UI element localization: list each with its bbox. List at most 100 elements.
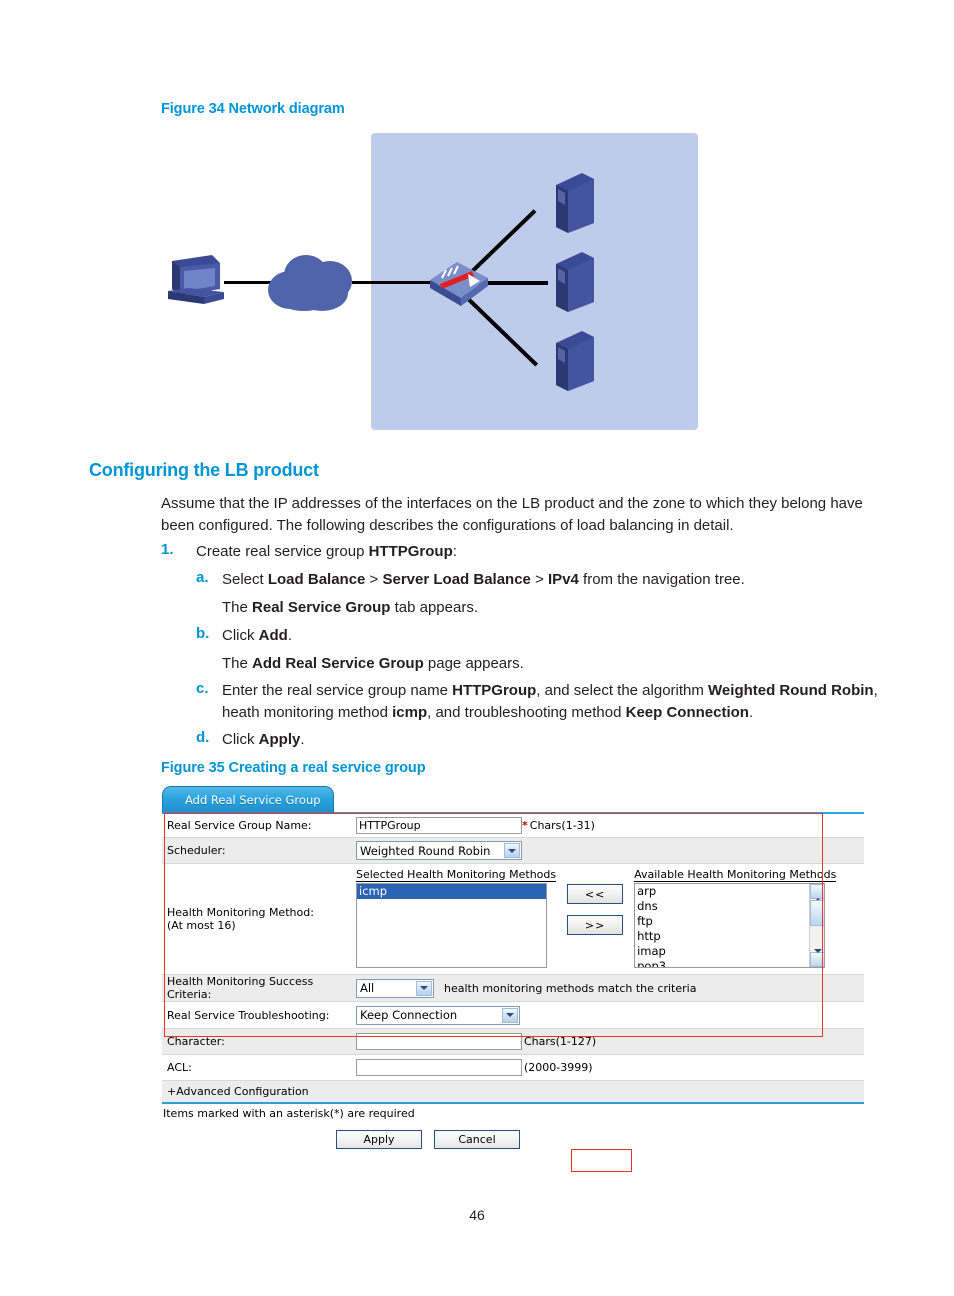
substep-a-r0: The <box>222 599 253 616</box>
selected-methods-title: Selected Health Monitoring Methods <box>356 868 557 882</box>
hint-acl: (2000-3999) <box>524 1061 593 1074</box>
substep-c-u3: Keep Connection <box>625 704 749 721</box>
available-methods-listbox[interactable]: arp dns ftp http imap pop3 <box>634 883 826 968</box>
apply-button[interactable]: Apply <box>336 1130 422 1149</box>
substep-c-marker: c. <box>196 680 209 697</box>
substep-a-marker: a. <box>196 569 209 586</box>
chevron-down-icon[interactable] <box>504 843 520 858</box>
list-item[interactable]: pop3 <box>635 959 824 967</box>
substep-c-text: Enter the real service group name HTTPGr… <box>222 680 878 702</box>
success-criteria-select[interactable]: All <box>356 978 434 998</box>
label-acl: ACL: <box>167 1061 192 1074</box>
page-number: 46 <box>469 1207 485 1223</box>
list-item[interactable]: http <box>635 929 824 944</box>
troubleshooting-select[interactable]: Keep Connection <box>356 1005 520 1025</box>
intro-line-2: been configured. The following describes… <box>161 516 734 534</box>
success-criteria-value: All <box>360 981 375 995</box>
label-troubleshooting: Real Service Troubleshooting: <box>167 1008 330 1022</box>
server-icon <box>552 250 596 314</box>
hint-group-name: Chars(1-31) <box>529 819 595 832</box>
scrollbar-thumb[interactable] <box>810 900 825 926</box>
substep-c-u0: heath monitoring method <box>222 704 393 721</box>
substep-c-t1: HTTPGroup <box>452 682 537 699</box>
row-advanced-configuration[interactable]: +Advanced Configuration <box>162 1081 864 1102</box>
scroll-down-icon[interactable] <box>810 952 825 967</box>
step-1-pre: Create real service group <box>196 543 369 560</box>
substep-b-t2: . <box>287 627 293 644</box>
scheduler-value: Weighted Round Robin <box>360 843 491 858</box>
label-hmm-line1: Health Monitoring Method: <box>167 906 314 919</box>
substep-c-t2: , and select the algorithm <box>536 682 709 699</box>
figure-35-caption: Figure 35 Creating a real service group <box>161 760 426 776</box>
substep-d-t0: Click <box>222 731 259 748</box>
tab-add-real-service-group[interactable]: Add Real Service Group <box>162 786 334 813</box>
scroll-up-icon[interactable] <box>810 884 825 899</box>
substep-a-t4: > <box>530 571 549 588</box>
move-right-button[interactable]: >> <box>567 915 624 935</box>
scheduler-select[interactable]: Weighted Round Robin <box>356 841 522 860</box>
intro-line-1: Assume that the IP addresses of the inte… <box>161 495 863 512</box>
highlight-outline-apply <box>571 1149 632 1172</box>
substep-c-t0: Enter the real service group name <box>222 682 453 699</box>
form-body: Real Service Group Name: *Chars(1-31) Sc… <box>162 814 864 1149</box>
form-button-row: Apply Cancel <box>162 1120 864 1149</box>
substep-a-r2: tab appears. <box>390 599 478 616</box>
substep-b-t1: Add <box>258 627 288 644</box>
step-1-post: : <box>452 543 457 560</box>
substep-a-result: The Real Service Group tab appears. <box>222 597 478 619</box>
row-health-monitoring-method: Health Monitoring Method: (At most 16) S… <box>162 864 864 975</box>
character-input[interactable] <box>356 1033 522 1050</box>
available-methods-scrollbar[interactable] <box>809 884 825 967</box>
list-item[interactable]: ftp <box>635 914 824 929</box>
figure-34-caption: Figure 34 Network diagram <box>161 101 345 117</box>
substep-a-t3: Server Load Balance <box>382 571 531 588</box>
substep-d-text: Click Apply. <box>222 729 305 751</box>
acl-input[interactable] <box>356 1059 522 1076</box>
advanced-configuration-toggle[interactable]: +Advanced Configuration <box>162 1085 864 1098</box>
list-item[interactable]: imap <box>635 944 824 959</box>
step-1-marker: 1. <box>161 541 174 558</box>
substep-b-r0: The <box>222 655 253 672</box>
required-asterisk: * <box>522 819 528 832</box>
substep-a-t6: from the navigation tree. <box>578 571 745 588</box>
hint-success-criteria: health monitoring methods match the crit… <box>444 981 697 995</box>
label-health-monitoring-method: Health Monitoring Method: (At most 16) <box>162 864 356 974</box>
chevron-down-icon[interactable] <box>416 980 432 996</box>
substep-b-marker: b. <box>196 625 210 642</box>
substep-a-t2: > <box>365 571 383 588</box>
substep-a-t5: IPv4 <box>548 571 579 588</box>
step-1-bold: HTTPGroup <box>368 543 453 560</box>
chevron-down-icon[interactable] <box>502 1007 518 1023</box>
substep-b-r1: Add Real Service Group <box>252 655 424 672</box>
label-group-name: Real Service Group Name: <box>167 819 312 832</box>
cancel-button[interactable]: Cancel <box>434 1130 520 1149</box>
row-acl: ACL: (2000-3999) <box>162 1055 864 1081</box>
substep-b-t0: Click <box>222 627 259 644</box>
available-methods-column: Available Health Monitoring Methods arp … <box>634 868 837 968</box>
transfer-buttons: << >> <box>556 868 634 935</box>
move-left-button[interactable]: << <box>567 884 624 904</box>
selected-methods-column: Selected Health Monitoring Methods icmp <box>356 868 557 968</box>
substep-d-marker: d. <box>196 729 210 746</box>
substep-b-text: Click Add. <box>222 625 292 647</box>
row-character: Character: Chars(1-127) <box>162 1029 864 1055</box>
substep-d-t1: Apply <box>258 731 301 748</box>
list-item[interactable]: dns <box>635 899 824 914</box>
troubleshooting-value: Keep Connection <box>360 1008 458 1022</box>
row-troubleshooting: Real Service Troubleshooting: Keep Conne… <box>162 1002 864 1029</box>
label-success-criteria: Health Monitoring Success Criteria: <box>167 975 314 1001</box>
group-name-input[interactable] <box>356 817 522 834</box>
section-heading: Configuring the LB product <box>89 460 319 480</box>
substep-c-u2: , and troubleshooting method <box>427 704 626 721</box>
intro-paragraph: Assume that the IP addresses of the inte… <box>161 493 873 536</box>
selected-methods-listbox[interactable]: icmp <box>356 883 547 968</box>
substep-a-r1: Real Service Group <box>252 599 391 616</box>
substep-a-t0: Select <box>222 571 268 588</box>
add-real-service-group-form: Add Real Service Group Real Service Grou… <box>162 786 864 1176</box>
network-cloud-icon <box>262 247 358 315</box>
step-1-text: Create real service group HTTPGroup: <box>196 541 457 563</box>
list-item[interactable]: arp <box>635 884 824 899</box>
client-pc-icon <box>164 253 228 307</box>
substep-d-t2: . <box>300 731 305 748</box>
list-item[interactable]: icmp <box>357 884 546 899</box>
